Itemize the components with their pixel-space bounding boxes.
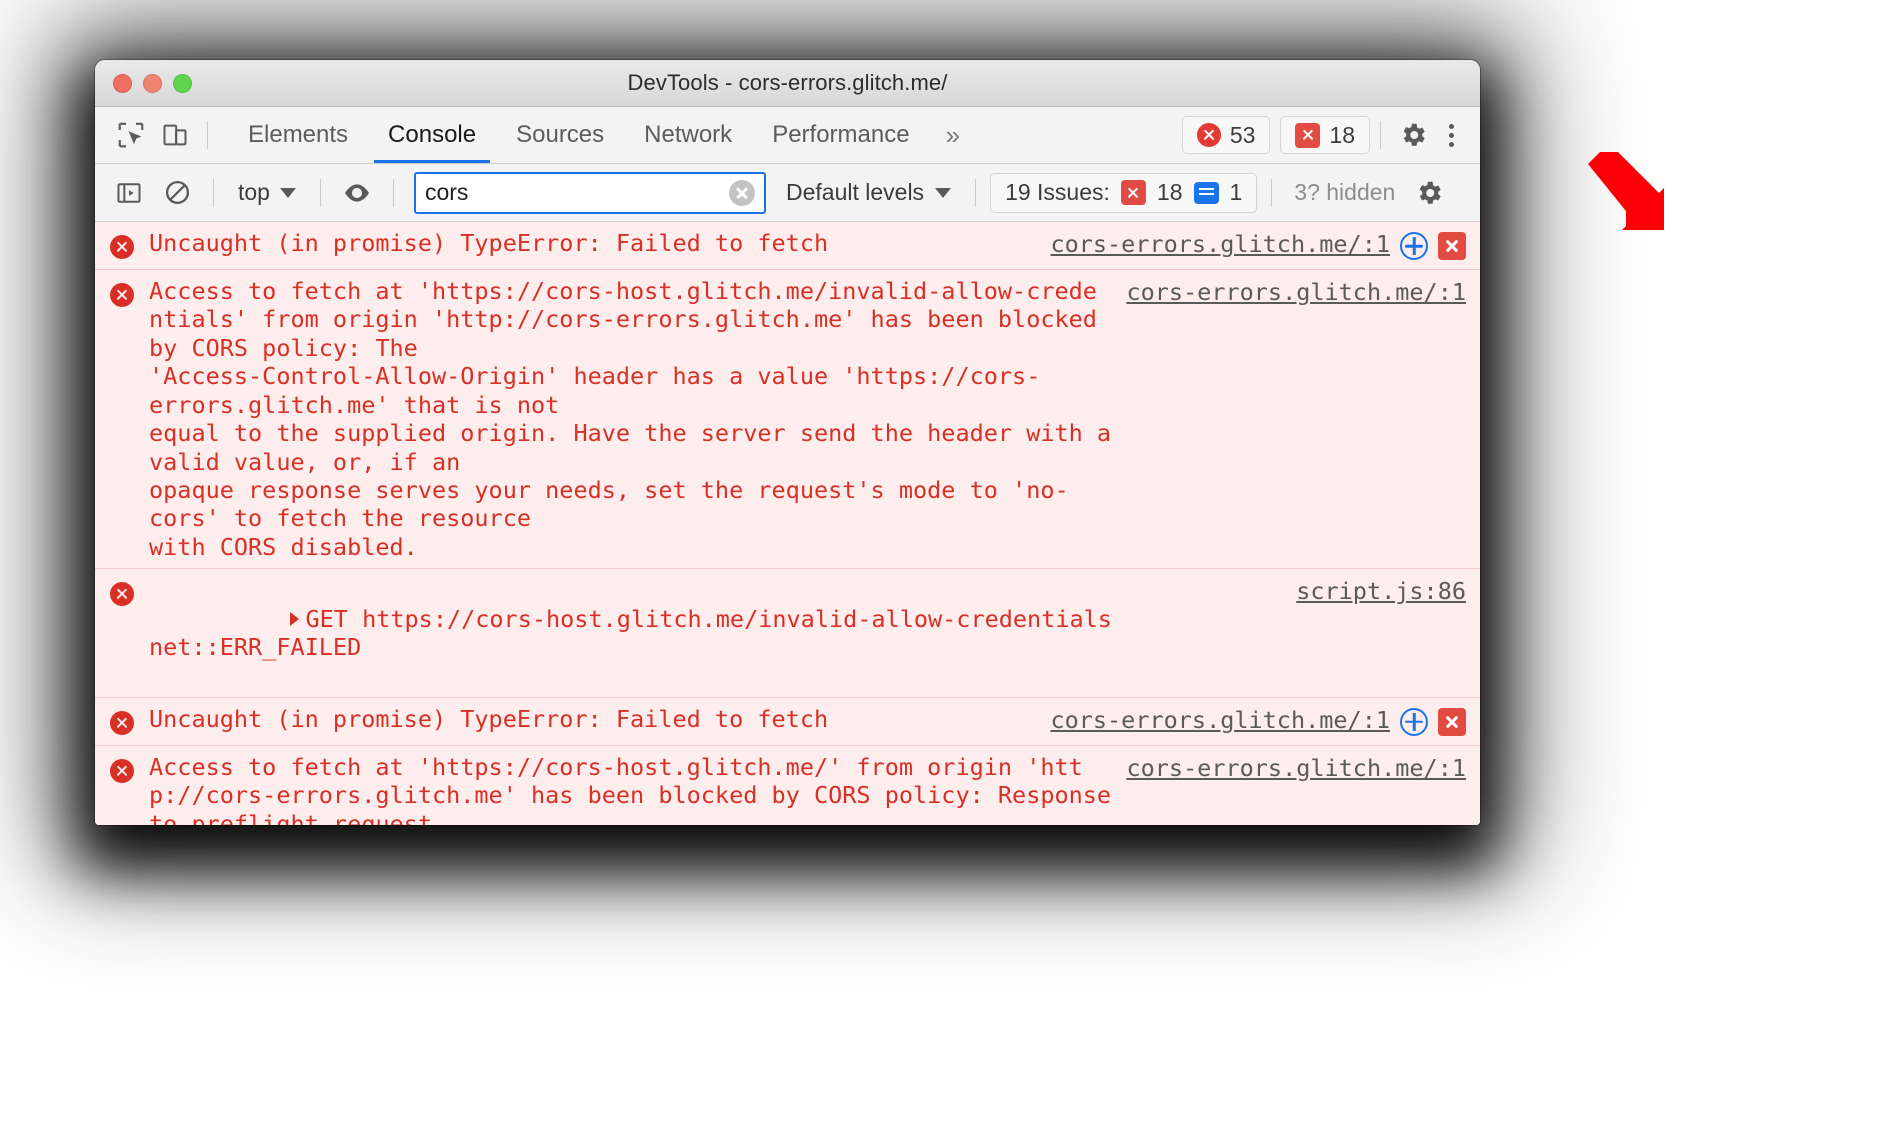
console-error-count: 53: [1229, 121, 1256, 148]
tab-sources[interactable]: Sources: [496, 107, 624, 163]
close-window-button[interactable]: [113, 73, 132, 93]
filter-divider-4: [975, 178, 977, 207]
badge-divider: [1380, 121, 1381, 149]
issue-square-icon: [1120, 180, 1146, 205]
tab-performance[interactable]: Performance: [752, 107, 929, 163]
tabbar-badges: 53 18: [1181, 116, 1370, 154]
console-message-text: Uncaught (in promise) TypeError: Failed …: [149, 229, 829, 257]
kebab-menu-icon[interactable]: [1435, 123, 1468, 147]
error-circle-icon: [110, 582, 134, 607]
error-icon-cell: [95, 277, 149, 561]
console-error-badge[interactable]: 53: [1181, 116, 1271, 154]
source-link[interactable]: script.js:86: [1296, 577, 1466, 605]
issue-info-icon: [1193, 181, 1219, 204]
source-link[interactable]: cors-errors.glitch.me/:1: [1050, 230, 1390, 258]
error-icon-cell: [95, 229, 149, 262]
console-message-text: Access to fetch at 'https://cors-host.gl…: [149, 277, 1112, 561]
console-message-row[interactable]: Access to fetch at 'https://cors-host.gl…: [95, 270, 1480, 570]
console-sidebar-icon[interactable]: [107, 171, 151, 215]
console-message-row[interactable]: Uncaught (in promise) TypeError: Failed …: [95, 222, 1480, 270]
live-expression-icon[interactable]: [335, 171, 379, 215]
devtools-tabbar: Elements Console Sources Network Perform…: [95, 107, 1480, 164]
chevron-down-icon: [279, 187, 296, 198]
tab-network[interactable]: Network: [624, 107, 752, 163]
message-right-cell: cors-errors.glitch.me/:1: [1050, 229, 1480, 262]
toolbar-divider: [207, 121, 208, 149]
issue-square-icon[interactable]: [1438, 707, 1466, 736]
console-message-text: GET https://cors-host.glitch.me/invalid-…: [149, 576, 1296, 690]
console-message-row[interactable]: GET https://cors-host.glitch.me/invalid-…: [95, 569, 1480, 698]
error-circle-icon: [110, 235, 134, 259]
filter-divider-5: [1271, 178, 1273, 207]
cors-help-icon[interactable]: [1400, 232, 1428, 260]
clear-console-icon[interactable]: [155, 171, 199, 215]
panel-tabs: Elements Console Sources Network Perform…: [228, 107, 976, 163]
window-title: DevTools - cors-errors.glitch.me/: [627, 70, 948, 95]
execution-context-label: top: [238, 179, 270, 205]
source-link[interactable]: cors-errors.glitch.me/:1: [1126, 278, 1466, 306]
message-right-cell: cors-errors.glitch.me/:1: [1050, 705, 1480, 738]
inspect-element-icon[interactable]: [109, 113, 153, 157]
tab-elements[interactable]: Elements: [228, 107, 368, 163]
red-callout-arrow: [1588, 152, 1664, 230]
console-filter-toolbar: top Default levels 19 Issue: [95, 164, 1480, 222]
error-circle-icon: [110, 710, 134, 735]
expand-triangle-icon[interactable]: [290, 611, 300, 626]
filter-divider-2: [319, 178, 321, 207]
traffic-lights: [113, 73, 192, 93]
window-titlebar: DevTools - cors-errors.glitch.me/: [95, 60, 1480, 107]
console-message-text: Access to fetch at 'https://cors-host.gl…: [149, 752, 1112, 825]
error-icon-cell: [95, 705, 149, 738]
issues-error-count: 18: [1156, 179, 1183, 205]
message-right-cell: script.js:86: [1296, 576, 1480, 690]
error-circle-icon: [110, 283, 134, 307]
message-right-cell: cors-errors.glitch.me/:1: [1126, 753, 1480, 825]
zoom-window-button[interactable]: [173, 73, 192, 93]
filter-divider-1: [213, 178, 214, 207]
device-toolbar-icon[interactable]: [153, 113, 197, 157]
log-levels-label: Default levels: [785, 179, 925, 205]
execution-context-selector[interactable]: top: [228, 179, 306, 206]
console-message-list[interactable]: Uncaught (in promise) TypeError: Failed …: [95, 222, 1480, 825]
console-message-row[interactable]: Uncaught (in promise) TypeError: Failed …: [95, 697, 1480, 746]
filter-input[interactable]: [415, 173, 764, 212]
source-link[interactable]: cors-errors.glitch.me/:1: [1126, 754, 1466, 782]
chevron-down-icon: [935, 187, 952, 198]
issues-summary-label: 19 Issues:: [1005, 179, 1110, 205]
issues-summary-pill[interactable]: 19 Issues: 18 1: [990, 172, 1258, 213]
message-right-cell: cors-errors.glitch.me/:1: [1126, 277, 1480, 561]
cors-help-icon[interactable]: [1400, 707, 1428, 736]
tab-console[interactable]: Console: [368, 107, 496, 163]
minimize-window-button[interactable]: [143, 73, 162, 93]
issue-square-icon[interactable]: [1438, 232, 1466, 260]
clear-input-icon[interactable]: [728, 179, 755, 206]
error-icon-cell: [95, 753, 149, 825]
issues-info-count: 1: [1229, 179, 1243, 205]
more-tabs-icon[interactable]: »: [930, 120, 976, 151]
console-message-row[interactable]: Access to fetch at 'https://cors-host.gl…: [95, 745, 1480, 825]
filter-divider-3: [392, 178, 394, 207]
devtools-window: DevTools - cors-errors.glitch.me/ Elemen…: [95, 60, 1480, 825]
source-link[interactable]: cors-errors.glitch.me/:1: [1050, 706, 1390, 734]
screenshot-root: DevTools - cors-errors.glitch.me/ Elemen…: [0, 0, 1888, 1144]
console-filter-field[interactable]: [413, 171, 766, 214]
error-circle-icon: [110, 758, 134, 783]
gear-icon[interactable]: [1391, 113, 1435, 157]
issues-badge[interactable]: 18: [1280, 116, 1370, 154]
error-icon-cell: [95, 576, 149, 690]
hidden-messages-count: 3? hidden: [1294, 179, 1396, 205]
log-levels-selector[interactable]: Default levels: [776, 179, 961, 206]
console-settings-gear-icon[interactable]: [1407, 171, 1451, 215]
issues-count: 18: [1329, 121, 1355, 148]
console-message-text: Uncaught (in promise) TypeError: Failed …: [149, 704, 829, 733]
error-circle-icon: [1196, 123, 1221, 147]
issue-square-icon: [1295, 122, 1321, 148]
